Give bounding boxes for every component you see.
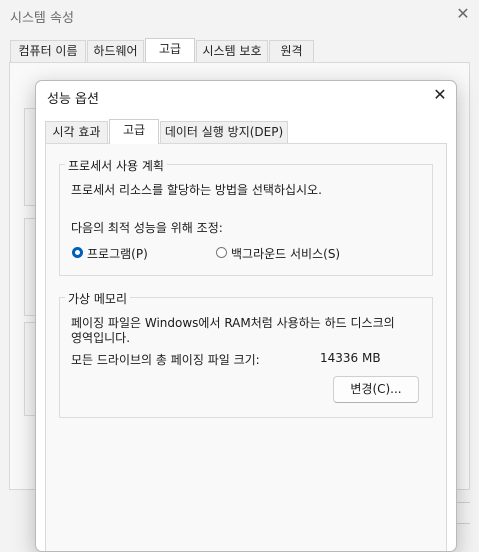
background-window-title: 시스템 속성	[10, 11, 74, 26]
radio-background-services-indicator[interactable]	[216, 247, 227, 258]
background-button-edge	[455, 502, 470, 524]
change-virtual-memory-button[interactable]: 변경(C)...	[333, 376, 419, 403]
bg-tab-system-protection[interactable]: 시스템 보호	[196, 40, 268, 62]
radio-programs-label[interactable]: 프로그램(P)	[87, 245, 148, 262]
dialog-close-icon[interactable]: ✕	[430, 85, 450, 105]
bg-tab-advanced[interactable]: 고급	[145, 38, 195, 63]
adjust-performance-label: 다음의 최적 성능을 위해 조정:	[71, 221, 223, 235]
bg-tab-computer-name[interactable]: 컴퓨터 이름	[10, 40, 86, 62]
virtual-memory-legend: 가상 메모리	[65, 290, 131, 307]
advanced-tab-panel: 프로세서 사용 계획 프로세서 리소스를 할당하는 방법을 선택하십시오. 다음…	[45, 143, 447, 551]
tab-visual-effects[interactable]: 시각 효과	[45, 121, 108, 143]
bg-tab-hardware[interactable]: 하드웨어	[87, 40, 144, 62]
bg-tab-remote[interactable]: 원격	[269, 40, 314, 62]
tab-advanced[interactable]: 고급	[109, 119, 159, 144]
radio-programs[interactable]: 프로그램(P)	[72, 245, 172, 261]
virtual-memory-description-line2: 영역입니다.	[71, 331, 131, 345]
background-close-icon[interactable]: ✕	[454, 5, 472, 23]
radio-background-services[interactable]: 백그라운드 서비스(S)	[216, 245, 366, 261]
radio-background-services-label[interactable]: 백그라운드 서비스(S)	[231, 245, 340, 262]
paging-file-total-value: 14336 MB	[320, 351, 381, 365]
dialog-title: 성능 옵션	[47, 92, 99, 107]
radio-programs-indicator[interactable]	[72, 247, 83, 258]
paging-file-total-label: 모든 드라이브의 총 페이징 파일 크기:	[71, 353, 260, 367]
processor-scheduling-legend: 프로세서 사용 계획	[65, 157, 167, 174]
performance-options-dialog: 성능 옵션 ✕ 시각 효과 고급 데이터 실행 방지(DEP) 프로세서 사용 …	[35, 80, 457, 552]
tab-dep[interactable]: 데이터 실행 방지(DEP)	[160, 121, 288, 143]
processor-scheduling-description: 프로세서 리소스를 할당하는 방법을 선택하십시오.	[71, 183, 322, 197]
